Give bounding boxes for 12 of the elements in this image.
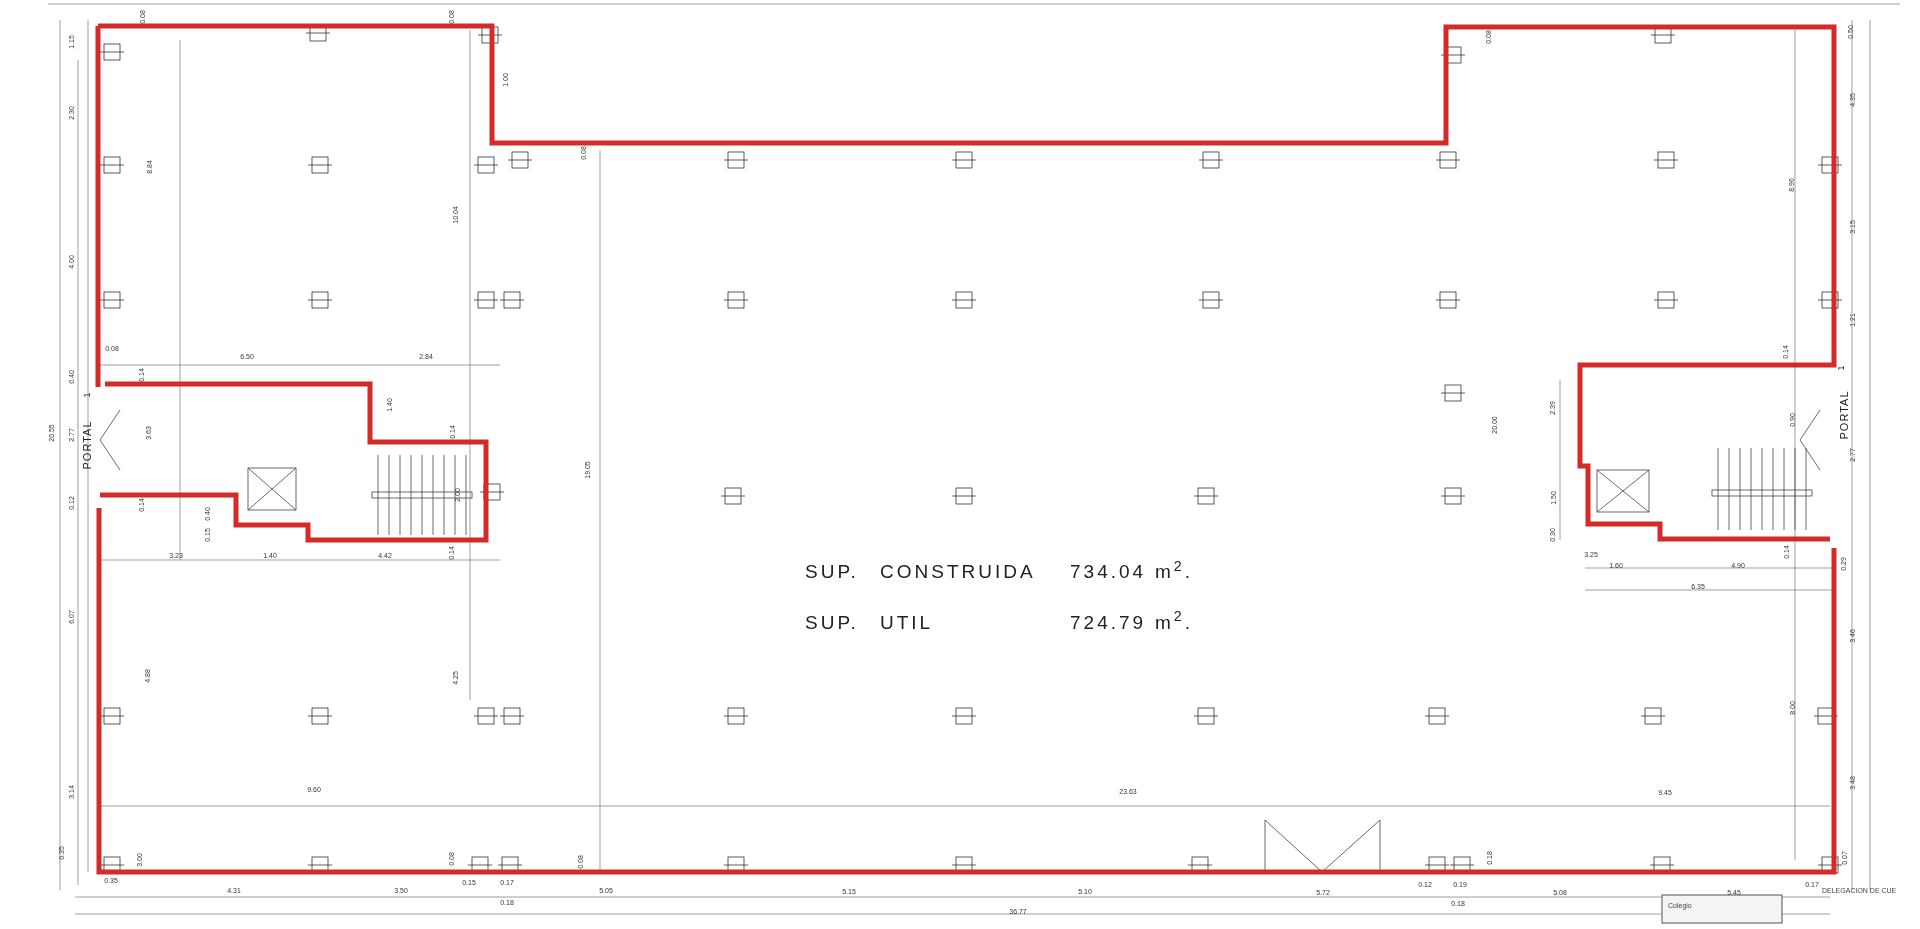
area-label: SUP.	[805, 560, 860, 584]
area-name: CONSTRUIDA	[880, 560, 1037, 584]
area-name: UTIL	[880, 610, 935, 635]
portal-number: 1	[1836, 365, 1847, 371]
area-unit: m$^{2}$.	[1155, 558, 1194, 584]
portal-label: PORTAL	[1837, 390, 1850, 440]
area-label: SUP.	[805, 610, 860, 635]
portal-number: 1	[82, 392, 93, 398]
portal-label: PORTAL	[80, 420, 93, 470]
area-value: 724.79	[1070, 610, 1148, 635]
area-unit: m$^{2}$.	[1155, 608, 1194, 635]
area-value: 734.04	[1070, 560, 1148, 584]
